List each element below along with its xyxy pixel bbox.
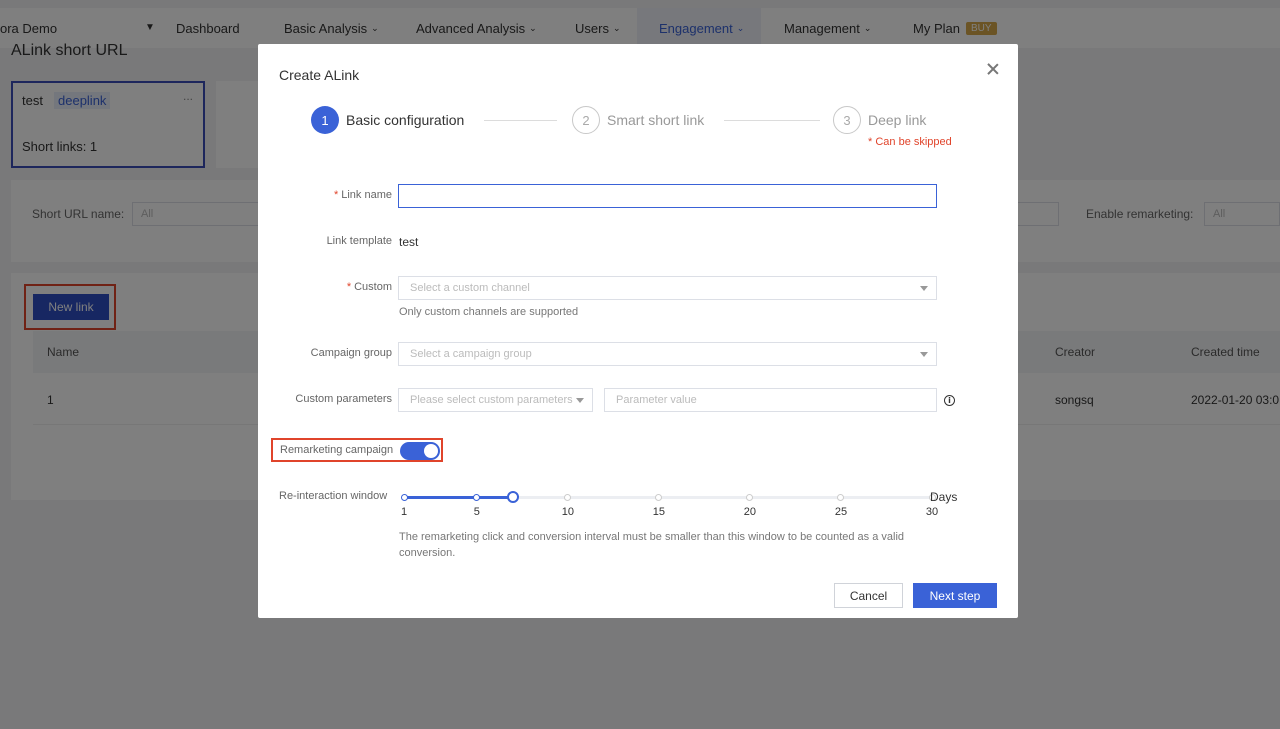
slider-tick[interactable] (400, 494, 408, 501)
slider-mark-label: 15 (652, 506, 666, 518)
create-alink-modal: Create ALink 1 Basic configuration 2 Sma… (258, 44, 1018, 618)
slider-tick[interactable] (837, 494, 845, 501)
label-text: Link name (341, 189, 392, 201)
step-number: 2 (572, 106, 600, 134)
remarketing-toggle[interactable] (400, 442, 440, 460)
campaign-group-label: Campaign group (310, 347, 392, 359)
caret-down-icon (576, 398, 584, 403)
custom-channel-select[interactable]: Select a custom channel (398, 276, 937, 300)
step-connector (484, 120, 557, 121)
step-deep-link: 3 Deep link (833, 106, 926, 134)
select-placeholder: Select a campaign group (410, 348, 532, 360)
remarketing-campaign-label: Remarketing campaign (280, 444, 394, 456)
step-label: Deep link (868, 112, 927, 128)
parameter-value-input[interactable] (604, 388, 937, 412)
label-text: Custom (354, 281, 392, 293)
reinteraction-slider[interactable] (400, 491, 936, 503)
select-placeholder: Select a custom channel (410, 282, 530, 294)
custom-hint: Only custom channels are supported (399, 306, 579, 318)
select-placeholder: Please select custom parameters (410, 394, 573, 406)
caret-down-icon (920, 352, 928, 357)
step-connector (724, 120, 820, 121)
campaign-group-select[interactable]: Select a campaign group (398, 342, 937, 366)
slider-mark-label: 5 (473, 506, 480, 518)
step-smart-short-link: 2 Smart short link (572, 106, 704, 134)
step-basic-configuration: 1 Basic configuration (311, 106, 464, 134)
slider-mark-label: 10 (561, 506, 574, 518)
step-number: 1 (311, 106, 339, 134)
slider-tick[interactable] (473, 494, 481, 501)
slider-tick[interactable] (655, 494, 663, 501)
next-step-button[interactable]: Next step (913, 583, 997, 608)
step-number: 3 (833, 106, 861, 134)
cancel-button[interactable]: Cancel (834, 583, 903, 608)
slider-hint: The remarketing click and conversion int… (399, 531, 905, 559)
slider-mark-label: 30 (925, 506, 939, 518)
link-template-value: test (399, 235, 419, 249)
link-name-label: * Link name (258, 189, 392, 201)
caret-down-icon (920, 286, 928, 291)
slider-mark-label: 1 (400, 506, 408, 518)
close-icon[interactable] (984, 60, 1002, 78)
info-icon[interactable]: i (944, 395, 955, 406)
custom-parameters-label: Custom parameters (295, 393, 392, 405)
modal-title: Create ALink (279, 67, 360, 83)
custom-label: * Custom (258, 281, 392, 293)
required-marker: * (346, 281, 352, 293)
link-name-input[interactable] (398, 184, 937, 208)
required-marker: * (333, 189, 339, 201)
days-label: Days (930, 490, 958, 504)
slider-fill (404, 496, 514, 499)
link-template-label: Link template (326, 235, 392, 247)
slider-mark-label: 20 (743, 506, 757, 518)
step-label: Smart short link (607, 112, 705, 128)
slider-tick[interactable] (564, 494, 572, 501)
remarketing-highlight: Remarketing campaign (271, 438, 443, 462)
custom-parameter-select[interactable]: Please select custom parameters (398, 388, 593, 412)
reinteraction-window-label: Re-interaction window (279, 490, 388, 502)
slider-mark-label: 25 (834, 506, 848, 518)
slider-handle[interactable] (507, 491, 520, 503)
step-label: Basic configuration (346, 112, 465, 128)
slider-tick[interactable] (746, 494, 754, 501)
skip-note: * Can be skipped (868, 136, 952, 148)
toggle-knob (424, 444, 438, 458)
